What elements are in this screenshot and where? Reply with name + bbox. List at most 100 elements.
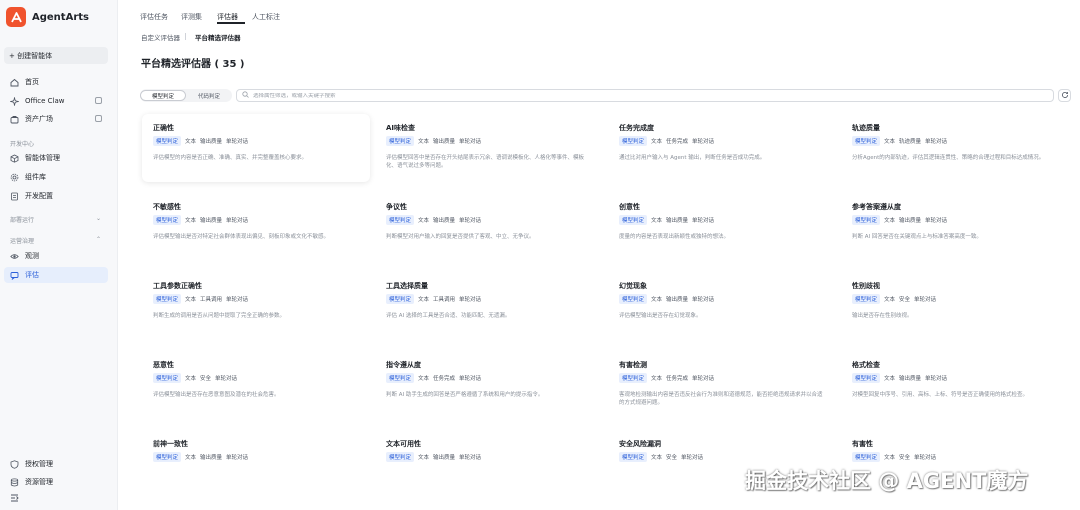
tag: 任务完成 xyxy=(666,139,689,145)
card-title: AI味检查 xyxy=(386,124,416,132)
collapse-sidebar-icon[interactable] xyxy=(10,494,19,504)
sidebar-item-resource-management[interactable]: 资源管理 xyxy=(4,474,108,490)
cube-icon xyxy=(10,154,19,163)
brand[interactable]: AgentArts xyxy=(6,7,89,27)
tag-judge-type: 模型判定 xyxy=(153,452,182,462)
tag: 文本 xyxy=(418,455,430,461)
card-description: 评估模型的内容是否正确、准确、真实、并完整覆盖核心要求。 xyxy=(153,155,308,161)
section-deploy-run[interactable]: 部署运行 ⌄ xyxy=(10,215,101,224)
search-bar[interactable] xyxy=(236,89,1054,102)
tag: 输出质量 xyxy=(433,139,456,145)
card-tags: 模型判定 文本 工具调用 单轮对话 xyxy=(386,294,592,304)
tag-judge-type: 模型判定 xyxy=(619,294,648,304)
section-ops-governance[interactable]: 运营治理 ⌃ xyxy=(10,236,101,245)
card-description: 输出是否存在性别歧视。 xyxy=(852,313,913,319)
sidebar-item-dev-config[interactable]: 开发配置 xyxy=(4,188,108,204)
card-description: 通过比对用户输入与 Agent 输出，判断任务是否成功完成。 xyxy=(619,155,766,161)
tag-judge-type: 模型判定 xyxy=(386,136,415,146)
tab-eval-sets[interactable]: 评测集 xyxy=(181,12,202,22)
card-tags: 模型判定 文本 输出质量 单轮对话 xyxy=(619,294,825,304)
search-input[interactable] xyxy=(253,92,953,99)
evaluator-card[interactable]: 前神一致性 模型判定 文本 输出质量 单轮对话 xyxy=(142,430,370,498)
tag: 安全 xyxy=(200,376,212,382)
page-title: 平台精选评估器 ( 35 ) xyxy=(141,59,245,70)
create-agent-button[interactable]: + 创建智能体 xyxy=(4,47,108,64)
tag: 单轮对话 xyxy=(459,376,482,382)
sidebar-item-component-library[interactable]: 组件库 xyxy=(4,169,108,185)
evaluator-card[interactable]: 格式检查 模型判定 文本 输出质量 单轮对话 对模型回复中序号、引用、高标、上标、符号… xyxy=(841,351,1069,419)
card-description: 对模型回复中序号、引用、高标、上标、符号是否正确使用的格式检查。 xyxy=(852,392,1029,398)
evaluator-card[interactable]: 指令遵从度 模型判定 文本 任务完成 单轮对话 判断 AI 助手生成的回答是否严格遵循… xyxy=(375,351,603,419)
tag: 单轮对话 xyxy=(226,139,249,145)
tag: 输出质量 xyxy=(899,218,922,224)
tag: 文本 xyxy=(185,297,197,303)
tag: 文本 xyxy=(418,297,430,303)
tag: 任务完成 xyxy=(433,376,456,382)
tag-judge-type: 模型判定 xyxy=(153,294,182,304)
evaluator-card[interactable]: 幻觉现象 模型判定 文本 输出质量 单轮对话 评估模型输出是否存在幻觉现象。 xyxy=(608,272,836,340)
card-tags: 模型判定 文本 输出质量 单轮对话 xyxy=(153,452,359,462)
subtab-platform-evaluators[interactable]: 平台精选评估器 xyxy=(195,32,241,42)
evaluator-card[interactable]: 争议性 模型判定 文本 输出质量 单轮对话 判断模型对用户输入的回复是否提供了客观、中… xyxy=(375,193,603,261)
evaluator-card[interactable]: AI味检查 模型判定 文本 输出质量 单轮对话 评估模型回答中是否存在开头结尾表示冗余… xyxy=(375,114,603,182)
card-description: 评估模型输出是否存在幻觉现象。 xyxy=(619,313,702,319)
evaluator-card[interactable]: 不敏感性 模型判定 文本 输出质量 单轮对话 评估模型输出是否对特定社会群体表现出偏见… xyxy=(142,193,370,261)
sidebar-item-observe[interactable]: 观测 xyxy=(4,248,108,264)
tag-judge-type: 模型判定 xyxy=(153,215,182,225)
sidebar-item-office-claw[interactable]: Office Claw xyxy=(4,93,108,109)
tab-evaluators[interactable]: 评估器 xyxy=(217,12,238,22)
card-description: 评估模型输出是否对特定社会群体表现出偏见、刻板印象或文化不敏感。 xyxy=(153,234,330,240)
doc-icon xyxy=(10,192,19,201)
evaluator-card[interactable]: 文本可用性 模型判定 文本 输出质量 单轮对话 xyxy=(375,430,603,498)
tab-manual-annotation[interactable]: 人工标注 xyxy=(252,12,280,22)
card-title: 文本可用性 xyxy=(386,440,421,448)
card-description: 评估 AI 选择的工具是否合适、功能匹配、无遗漏。 xyxy=(386,313,511,319)
tag: 输出质量 xyxy=(666,297,689,303)
tag-judge-type: 模型判定 xyxy=(852,373,881,383)
sidebar-item-agent-management[interactable]: 智能体管理 xyxy=(4,150,108,166)
card-title: 参考答案遵从度 xyxy=(852,203,901,211)
evaluator-card[interactable]: 工具选择质量 模型判定 文本 工具调用 单轮对话 评估 AI 选择的工具是否合适、功能… xyxy=(375,272,603,340)
card-title: 性别歧视 xyxy=(852,282,880,290)
evaluator-card[interactable]: 正确性 模型判定 文本 输出质量 单轮对话 评估模型的内容是否正确、准确、真实、并完整… xyxy=(142,114,370,182)
evaluator-card[interactable]: 参考答案遵从度 模型判定 文本 输出质量 单轮对话 判断 AI 回答是否在关键观点上与… xyxy=(841,193,1069,261)
card-title: 不敏感性 xyxy=(153,203,181,211)
tab-eval-tasks[interactable]: 评估任务 xyxy=(140,12,168,22)
window-icon xyxy=(95,97,102,104)
chat-icon xyxy=(10,271,19,280)
db-icon xyxy=(10,477,19,487)
sidebar-item-auth-management[interactable]: 授权管理 xyxy=(4,456,108,472)
card-description: 判断生成的调用是否从问题中提取了完全正确的参数。 xyxy=(153,313,286,319)
evaluator-card[interactable]: 性别歧视 模型判定 文本 安全 单轮对话 输出是否存在性别歧视。 xyxy=(841,272,1069,340)
tag: 文本 xyxy=(651,139,663,145)
sidebar-item-home[interactable]: 首页 xyxy=(4,74,108,90)
evaluator-card[interactable]: 创意性 模型判定 文本 输出质量 单轮对话 度量的内容是否表现出新颖性或独特的想法。 xyxy=(608,193,836,261)
refresh-button[interactable] xyxy=(1058,89,1071,102)
evaluator-card[interactable]: 工具参数正确性 模型判定 文本 工具调用 单轮对话 判断生成的调用是否从问题中提取了完… xyxy=(142,272,370,340)
seg-code-judge[interactable]: 代码判定 xyxy=(186,90,232,101)
tag: 单轮对话 xyxy=(459,455,482,461)
card-title: 任务完成度 xyxy=(619,124,654,132)
sidebar-item-asset-square[interactable]: 资产广场 xyxy=(4,111,108,127)
card-tags: 模型判定 文本 输出质量 单轮对话 xyxy=(153,136,359,146)
sidebar-item-evaluate[interactable]: 评估 xyxy=(4,267,108,283)
evaluator-card[interactable]: 有害检测 模型判定 文本 任务完成 单轮对话 客观地检测输出内容是否违反社会行为准则和… xyxy=(608,351,836,419)
tag-judge-type: 模型判定 xyxy=(386,215,415,225)
tag-judge-type: 模型判定 xyxy=(852,294,881,304)
subtab-custom-evaluators[interactable]: 自定义评估器 xyxy=(141,32,180,42)
evaluator-card[interactable]: 轨迹质量 模型判定 文本 轨迹质量 单轮对话 分析Agent的内部轨迹，评估其逻辑连贯… xyxy=(841,114,1069,182)
seg-model-judge[interactable]: 模型判定 xyxy=(140,90,186,101)
search-icon xyxy=(242,91,249,100)
evaluator-card[interactable]: 恶意性 模型判定 文本 安全 单轮对话 评估模型输出是否存在恶意意图及潜在的社会危害。 xyxy=(142,351,370,419)
tag: 安全 xyxy=(666,455,678,461)
evaluator-card[interactable]: 任务完成度 模型判定 文本 任务完成 单轮对话 通过比对用户输入与 Agent 输出，… xyxy=(608,114,836,182)
tag-judge-type: 模型判定 xyxy=(619,452,648,462)
tag: 安全 xyxy=(899,297,911,303)
card-tags: 模型判定 文本 安全 单轮对话 xyxy=(619,452,825,462)
section-dev-center[interactable]: 开发中心 xyxy=(10,139,34,148)
tag: 单轮对话 xyxy=(692,297,715,303)
tag: 单轮对话 xyxy=(226,218,249,224)
card-title: 指令遵从度 xyxy=(386,361,421,369)
tag: 单轮对话 xyxy=(681,455,704,461)
section-label: 运营治理 xyxy=(10,238,35,245)
